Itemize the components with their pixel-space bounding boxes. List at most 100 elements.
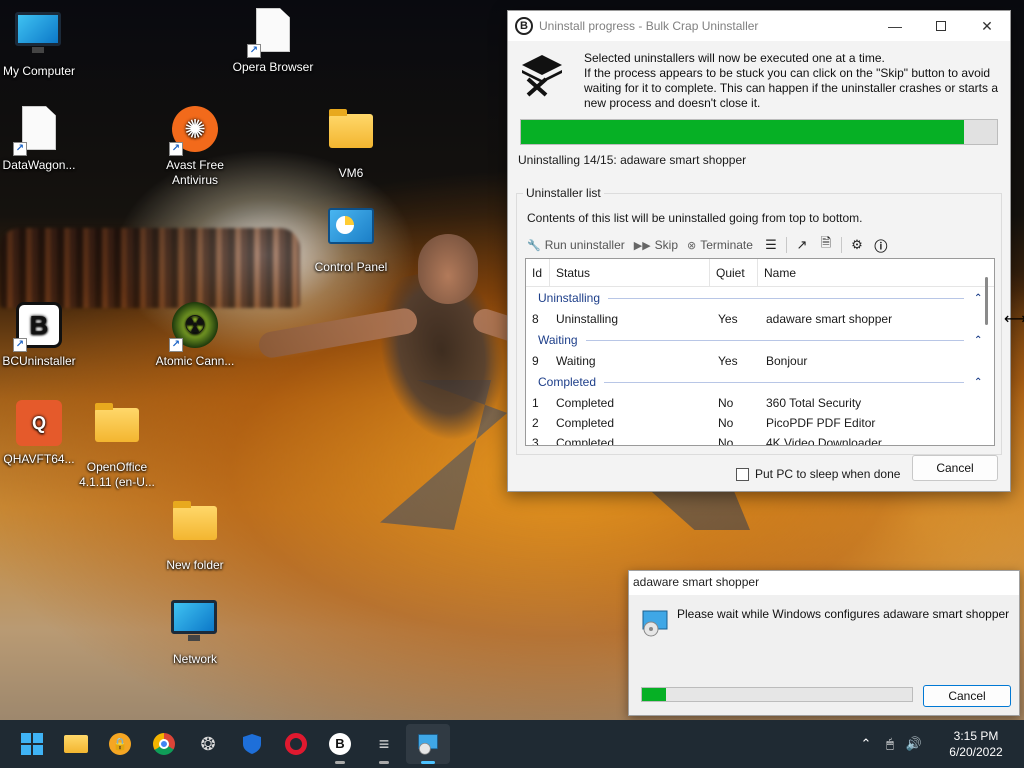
collapse-chevron-icon[interactable]: ⌃	[974, 377, 994, 388]
group-label: Waiting	[538, 333, 578, 347]
list-view-icon[interactable]: ☰	[762, 237, 780, 253]
clock-time: 3:15 PM	[953, 729, 999, 743]
maximize-button[interactable]	[918, 11, 964, 41]
collapse-chevron-icon[interactable]: ⌃	[974, 293, 994, 304]
chrome-icon	[153, 733, 175, 755]
shortcut-arrow-icon: ↗	[13, 338, 27, 352]
row-status: Waiting	[556, 354, 596, 368]
folder-icon	[171, 501, 219, 554]
row-name: 360 Total Security	[766, 396, 862, 410]
taskbar-bcuninstaller[interactable]: B	[318, 724, 362, 764]
system-tray: ⌃ 🖱 🔊 3:15 PM 6/20/2022	[854, 720, 1024, 768]
clock[interactable]: 3:15 PM 6/20/2022	[936, 728, 1016, 760]
taskbar-network-tool[interactable]: ❂	[186, 724, 230, 764]
taskbar-security[interactable]	[230, 724, 274, 764]
desktop-icon-bcuninstaller[interactable]: B ↗ BCUninstaller	[0, 302, 82, 369]
taskbar-lock-app[interactable]: 🔒	[98, 724, 142, 764]
wrench-icon: 🔧	[527, 239, 541, 252]
uninstaller-list[interactable]: Id Status ˆ Quiet Name Uninstalling ⌃ 8 …	[525, 258, 995, 446]
chevron-up-icon[interactable]: ⌃	[854, 736, 878, 752]
column-status[interactable]: Status ˆ	[550, 259, 710, 286]
run-uninstaller-button[interactable]: 🔧 Run uninstaller	[527, 238, 625, 252]
row-status: Completed	[556, 436, 615, 446]
collapse-chevron-icon[interactable]: ⌃	[974, 335, 994, 346]
sleep-checkbox[interactable]	[736, 467, 749, 481]
desktop-icon-atomic-cann[interactable]: ☢ ↗ Atomic Cann...	[152, 302, 238, 369]
desktop-icon-label: Network	[172, 652, 217, 666]
sleep-option[interactable]: Put PC to sleep when done	[736, 467, 900, 481]
taskbar-file-explorer[interactable]	[54, 724, 98, 764]
bcu-taskbar-icon: B	[329, 733, 351, 755]
desktop-icon-openoffice[interactable]: OpenOffice 4.1.11 (en-U...	[74, 400, 160, 490]
skip-label: Skip	[654, 238, 679, 252]
installer-package-icon: Q	[15, 400, 63, 448]
volume-icon[interactable]: 🔊	[902, 736, 926, 752]
desktop-icon-vm6[interactable]: VM6	[308, 106, 394, 181]
skip-button[interactable]: ▶▶ Skip	[634, 238, 678, 252]
network-tool-icon: ❂	[200, 733, 216, 754]
row-quiet: Yes	[718, 354, 738, 368]
shortcut-arrow-icon: ↗	[247, 44, 261, 58]
terminate-button[interactable]: ⊗ Terminate	[687, 238, 753, 252]
network-globe-icon	[171, 600, 219, 648]
desktop-icon-opera-browser[interactable]: ↗ Opera Browser	[230, 8, 316, 75]
close-button[interactable]: ✕	[964, 11, 1010, 41]
info-icon[interactable]: ⓘ	[872, 236, 890, 255]
cancel-button[interactable]: Cancel	[912, 455, 998, 481]
info-section: Selected uninstallers will now be execut…	[508, 41, 1010, 111]
windows-logo-icon	[21, 733, 43, 755]
settings-gear-icon[interactable]: ⚙	[848, 237, 866, 253]
group-header-waiting[interactable]: Waiting ⌃	[526, 329, 994, 351]
list-row[interactable]: 3 Completed No 4K Video Downloader	[526, 433, 994, 446]
row-name: adaware smart shopper	[766, 312, 893, 326]
list-row[interactable]: 2 Completed No PicoPDF PDF Editor	[526, 413, 994, 433]
chip-icon: ≡	[378, 733, 390, 754]
window-titlebar[interactable]: B Uninstall progress - Bulk Crap Uninsta…	[508, 11, 1010, 41]
column-id[interactable]: Id	[526, 259, 550, 286]
dialog-title: adaware smart shopper	[629, 571, 1019, 595]
list-row[interactable]: 9 Waiting Yes Bonjour	[526, 351, 994, 371]
desktop-icon-datawagon[interactable]: ↗ DataWagon...	[0, 106, 82, 173]
status-text: Uninstalling 14/15: adaware smart shoppe…	[518, 153, 747, 167]
row-name: PicoPDF PDF Editor	[766, 416, 876, 430]
list-row[interactable]: 1 Completed No 360 Total Security	[526, 393, 994, 413]
terminate-label: Terminate	[700, 238, 753, 252]
desktop-icon-new-folder[interactable]: New folder	[152, 498, 238, 573]
document-icon[interactable]: 🗎	[817, 234, 835, 256]
minimize-button[interactable]: —	[872, 11, 918, 41]
toolbar-separator	[840, 237, 842, 253]
minimize-icon: —	[888, 18, 902, 34]
column-name[interactable]: Name	[758, 259, 994, 286]
group-header-completed[interactable]: Completed ⌃	[526, 371, 994, 393]
dialog-cancel-button[interactable]: Cancel	[923, 685, 1011, 707]
start-button[interactable]	[10, 724, 54, 764]
shield-icon	[243, 734, 261, 754]
desktop-icon-network[interactable]: Network	[152, 596, 238, 667]
list-scrollbar[interactable]	[985, 277, 988, 325]
open-external-icon[interactable]: ↗	[793, 237, 811, 253]
desktop-icon-avast[interactable]: ✺ ↗ Avast Free Antivirus	[152, 106, 238, 188]
taskbar-chrome[interactable]	[142, 724, 186, 764]
terminate-icon: ⊗	[687, 239, 697, 252]
installer-dialog: adaware smart shopper Please wait while …	[628, 570, 1020, 716]
desktop-icon-qhavft64[interactable]: Q QHAVFT64...	[0, 400, 82, 467]
column-status-label: Status	[556, 265, 591, 280]
network-icon[interactable]: 🖱	[878, 736, 902, 752]
desktop-icon-control-panel[interactable]: Control Panel	[308, 204, 394, 275]
taskbar-chip-app[interactable]: ≡	[362, 724, 406, 764]
list-row[interactable]: 8 Uninstalling Yes adaware smart shopper	[526, 309, 994, 329]
desktop-icon-my-computer[interactable]: My Computer	[0, 8, 82, 79]
desktop-icon-label: Avast Free Antivirus	[166, 158, 224, 187]
desktop-icon-label: Control Panel	[314, 260, 388, 274]
folder-icon	[64, 735, 88, 753]
dialog-progress-fill	[642, 688, 667, 701]
column-quiet[interactable]: Quiet	[710, 259, 758, 286]
desktop-icon-label: VM6	[338, 166, 364, 180]
taskbar-opera[interactable]	[274, 724, 318, 764]
window-title: Uninstall progress - Bulk Crap Uninstall…	[539, 19, 759, 33]
group-header-uninstalling[interactable]: Uninstalling ⌃	[526, 287, 994, 309]
running-indicator	[379, 761, 389, 764]
row-quiet: No	[718, 436, 734, 446]
document-icon: ↗	[13, 106, 63, 156]
taskbar-installer[interactable]	[406, 724, 450, 764]
